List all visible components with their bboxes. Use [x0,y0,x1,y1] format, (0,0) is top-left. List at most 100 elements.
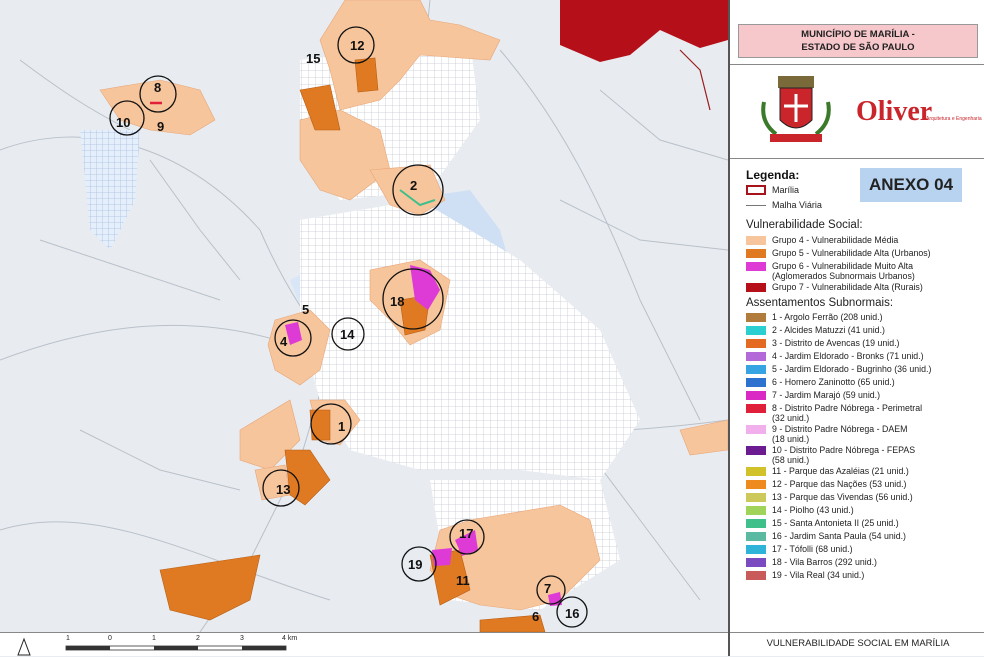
rural-high-vulnerability [560,0,728,62]
legend-row: 11 - Parque das Azaléias (21 unid.) [746,466,909,478]
legend-row: 18 - Vila Barros (292 unid.) [746,557,877,569]
legend-swatch [746,283,766,292]
legend-label: 7 - Jardim Marajó (59 unid.) [772,390,881,400]
legend-swatch [746,365,766,374]
anexo-badge: ANEXO 04 [860,168,962,202]
legend-row: 19 - Vila Real (34 unid.) [746,570,864,582]
vuln-title: Vulnerabilidade Social: [746,219,863,231]
legend-swatch [746,352,766,361]
legend-label: 14 - Piolho (43 unid.) [772,505,854,515]
legend-label: 12 - Parque das Nações (53 unid.) [772,479,907,489]
title-line2: ESTADO DE SÃO PAULO [801,42,915,53]
legend-swatch [746,519,766,528]
label-14: 14 [340,327,355,342]
coat-of-arms-icon [761,76,831,142]
legend-label: 2 - Alcides Matuzzi (41 unid.) [772,325,885,335]
legend-swatch [746,391,766,400]
footer-title: VULNERABILIDADE SOCIAL EM MARÍLIA [730,632,984,657]
legend-row: 14 - Piolho (43 unid.) [746,505,854,517]
legend-label: Grupo 7 - Vulnerabilidade Alta (Rurais) [772,282,923,292]
assent-title: Assentamentos Subnormais: [746,297,894,309]
legend-label: 6 - Homero Zaninotto (65 unid.) [772,377,895,387]
legend-row: 7 - Jardim Marajó (59 unid.) [746,390,880,402]
legend-row: 5 - Jardim Eldorado - Bugrinho (36 unid.… [746,364,931,376]
legend-marilia-label: Marília [772,185,800,195]
divider [730,64,984,65]
map-canvas[interactable]: 12 15 8 10 9 2 18 5 4 14 1 13 17 19 11 7… [0,0,728,656]
label-11: 11 [456,573,470,588]
legend-swatch [746,571,766,580]
label-17: 17 [459,526,473,541]
label-7: 7 [544,581,551,596]
legend-swatch [746,532,766,541]
legend-label: 1 - Argolo Ferrão (208 unid.) [772,312,883,322]
label-12: 12 [350,38,364,53]
legend-label: Grupo 6 - Vulnerabilidade Muito Alta [772,261,913,271]
legend-panel: MUNICÍPIO DE MARÍLIA - ESTADO DE SÃO PAU… [728,0,984,656]
label-15: 15 [306,51,320,66]
title-line1: MUNICÍPIO DE MARÍLIA - [801,29,915,40]
legend-row: 3 - Distrito de Avencas (19 unid.) [746,338,899,350]
legend-swatch [746,493,766,502]
map-svg: 12 15 8 10 9 2 18 5 4 14 1 13 17 19 11 7… [0,0,728,632]
scale-tick: 1 [66,635,70,642]
legend-row: Grupo 4 - Vulnerabilidade Média [746,235,898,247]
map-sheet: 12 15 8 10 9 2 18 5 4 14 1 13 17 19 11 7… [0,0,984,656]
legend-swatch [746,558,766,567]
legend-swatch [746,480,766,489]
scale-tick: 1 [152,635,156,642]
legend-label: 17 - Tófolli (68 unid.) [772,544,853,554]
divider [730,158,984,159]
oliver-logo-sub: Arquitetura e Engenharia [926,116,982,122]
legend-swatch [746,339,766,348]
scale-tick: 2 [196,635,200,642]
legend-label: 11 - Parque das Azaléias (21 unid.) [772,466,909,476]
road-line [679,49,711,111]
legend-swatch [746,313,766,322]
legend-swatch [746,446,766,455]
legend-label: 4 - Jardim Eldorado - Bronks (71 unid.) [772,351,924,361]
oliver-logo: Oliver [856,96,933,127]
label-10: 10 [116,115,130,130]
legend-label: 16 - Jardim Santa Paula (54 unid.) [772,531,906,541]
label-18: 18 [390,294,404,309]
label-6: 6 [532,609,539,624]
legend-row: 2 - Alcides Matuzzi (41 unid.) [746,325,885,337]
label-5: 5 [302,302,309,317]
legend-row: 4 - Jardim Eldorado - Bronks (71 unid.) [746,351,924,363]
legend-row: 17 - Tófolli (68 unid.) [746,544,853,556]
label-9: 9 [157,119,164,134]
legend-label: 10 - Distrito Padre Nóbrega - FEPAS [772,445,916,455]
road-swatch [746,204,766,206]
scale-tick: 4 km [282,635,298,642]
label-4: 4 [280,334,288,349]
legend-row: Grupo 6 - Vulnerabilidade Muito Alta (Agl… [746,261,915,281]
legend-label: 9 - Distrito Padre Nóbrega - DAEM [772,424,908,434]
legend-swatch [746,467,766,476]
legend-title: Legenda: [746,168,800,182]
legend-label: 13 - Parque das Vivendas (56 unid.) [772,492,913,502]
scale-bar: 1 0 1 2 3 4 km [0,632,728,656]
legend-marilia: Marília [746,184,799,196]
legend-swatch [746,404,766,413]
legend-label: 18 - Vila Barros (292 unid.) [772,557,877,567]
legend-label: Grupo 4 - Vulnerabilidade Média [772,235,899,245]
residential-area [80,130,140,250]
legend-row: 6 - Homero Zaninotto (65 unid.) [746,377,895,389]
legend-row: 13 - Parque das Vivendas (56 unid.) [746,492,913,504]
legend-swatch [746,425,766,434]
scale-tick: 3 [240,635,244,642]
legend-label: 5 - Jardim Eldorado - Bugrinho (36 unid.… [772,364,932,374]
legend-swatch [746,249,766,258]
legend-swatch [746,506,766,515]
boundary-swatch [746,185,766,195]
legend-swatch [746,326,766,335]
label-2: 2 [410,178,417,193]
legend-label-cont: (32 unid.) [772,413,810,423]
legend-label: 19 - Vila Real (34 unid.) [772,570,865,580]
legend-swatch [746,236,766,245]
legend-row: 16 - Jardim Santa Paula (54 unid.) [746,531,906,543]
legend-swatch [746,262,766,271]
legend-row: 10 - Distrito Padre Nóbrega - FEPAS (58 u… [746,445,916,465]
label-13: 13 [276,482,290,497]
